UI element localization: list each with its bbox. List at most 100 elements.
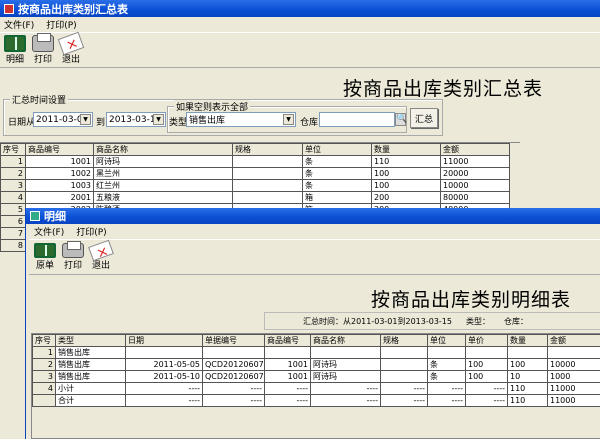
type-label: 类型 (169, 118, 188, 128)
table-cell: 1002 (25, 167, 94, 180)
type-select[interactable]: 销售出库 ▼ (186, 112, 296, 127)
column-header[interactable]: 单位 (427, 334, 466, 347)
table-row[interactable]: 4 2001 五粮液 箱 200 80000 (0, 191, 510, 204)
table-cell: 4 (32, 382, 56, 395)
search-icon[interactable]: 🔍 (395, 113, 407, 126)
detail-button[interactable]: 明细 (2, 35, 28, 65)
table-cell (310, 346, 381, 359)
table-cell: 1001 (25, 155, 94, 168)
info-type: 类型： (465, 316, 490, 326)
table-row[interactable]: 2 1002 黑兰州 条 100 20000 (0, 167, 510, 180)
table-cell: 条 (427, 358, 466, 371)
table-cell: 1 (32, 346, 56, 359)
table-row[interactable]: 2销售出库2011-05-05QCD2012060700011001阿诗玛条10… (32, 358, 600, 371)
table-cell: 销售出库 (55, 346, 126, 359)
table-cell: 110 (507, 394, 548, 407)
main-menu-bar: 文件(F) 打印(P) (0, 18, 600, 31)
column-header[interactable]: 单位 (302, 143, 372, 156)
column-header[interactable]: 类型 (55, 334, 126, 347)
column-header[interactable]: 单价 (465, 334, 508, 347)
table-cell: 小计 (55, 382, 126, 395)
table-cell: 1001 (264, 370, 311, 383)
detail-print-button[interactable]: 打印 (60, 241, 86, 271)
table-cell: 五粮液 (93, 191, 233, 204)
exit-icon (88, 239, 114, 262)
menu-file[interactable]: 文件(F) (4, 18, 34, 31)
table-cell: 条 (302, 155, 372, 168)
source-doc-label: 原单 (35, 261, 54, 271)
table-cell (380, 346, 428, 359)
detail-window-title: 明细 (44, 210, 66, 223)
table-cell: 箱 (302, 191, 372, 204)
table-cell (232, 155, 303, 168)
table-cell (380, 358, 428, 371)
column-header[interactable]: 日期 (125, 334, 203, 347)
column-header[interactable]: 商品编号 (25, 143, 94, 156)
main-toolbar: 明细 打印 退出 (0, 31, 600, 68)
detail-grid[interactable]: 序号 类型 日期 单据编号 商品编号 商品名称 规格 单位 单价 数量 金额 1 销售出库 2 销售出库 20… (31, 333, 600, 439)
menu-print[interactable]: 打印(P) (46, 18, 76, 31)
detail-menu-file[interactable]: 文件(F) (34, 225, 64, 238)
chevron-down-icon[interactable]: ▼ (153, 114, 164, 125)
table-cell (465, 346, 508, 359)
print-button[interactable]: 打印 (30, 33, 56, 65)
column-header[interactable]: 数量 (371, 143, 441, 156)
table-cell: 红兰州 (93, 179, 233, 192)
header-row: 序号 商品编号 商品名称 规格 单位 数量 金额 (0, 143, 510, 156)
table-row[interactable]: 1 1001 阿诗玛 条 110 11000 (0, 155, 510, 168)
detail-toolbar: 原单 打印 退出 (29, 239, 600, 275)
column-header[interactable]: 规格 (380, 334, 428, 347)
table-cell (380, 370, 428, 383)
column-header[interactable]: 规格 (232, 143, 303, 156)
table-cell: 条 (302, 179, 372, 192)
table-cell (125, 346, 203, 359)
table-cell: 80000 (440, 191, 510, 204)
detail-menu-print[interactable]: 打印(P) (76, 225, 106, 238)
warehouse-input[interactable] (319, 112, 395, 127)
date-group-label: 汇总时间设置 (10, 93, 69, 106)
table-cell: 阿诗玛 (93, 155, 233, 168)
table-row[interactable]: 3 1003 红兰州 条 100 10000 (0, 179, 510, 192)
app-icon (4, 3, 14, 14)
column-header[interactable]: 商品编号 (264, 334, 311, 347)
table-cell: 2 (0, 167, 26, 180)
detail-exit-button[interactable]: 退出 (88, 239, 114, 271)
chevron-down-icon[interactable]: ▼ (80, 114, 91, 125)
detail-window: 明细 文件(F) 打印(P) 原单 打印 退出 按商品出库类别明细表 汇总时间：… (25, 208, 600, 439)
source-doc-button[interactable]: 原单 (32, 243, 58, 271)
main-window-title: 按商品出库类别汇总表 (18, 2, 128, 16)
column-header[interactable]: 商品名称 (93, 143, 233, 156)
column-header[interactable]: 序号 (32, 334, 56, 347)
printer-icon (32, 33, 54, 52)
table-cell (507, 346, 548, 359)
column-header[interactable]: 单据编号 (202, 334, 265, 347)
book-icon (34, 243, 56, 258)
table-row[interactable]: 4 小计 ---- ---- ---- ---- ---- ---- ---- 110 11000 (32, 382, 600, 395)
table-cell: ---- (264, 382, 311, 395)
table-row[interactable]: 3销售出库2011-05-10QCD2012060700041001阿诗玛条10… (32, 370, 600, 383)
date-to-field[interactable]: 2013-03-15 ▼ (106, 112, 166, 127)
table-row[interactable]: 合计 ---- ---- ---- ---- ---- ---- ---- 110 11000 (32, 394, 600, 407)
detail-title-bar: 明细 (26, 208, 600, 224)
column-header[interactable]: 序号 (0, 143, 26, 156)
summarize-button[interactable]: 汇总 (410, 108, 438, 128)
exit-button[interactable]: 退出 (57, 31, 85, 65)
table-cell: 阿诗玛 (310, 370, 381, 383)
chevron-down-icon[interactable]: ▼ (283, 114, 294, 125)
table-cell: 1003 (25, 179, 94, 192)
column-header[interactable]: 金额 (547, 334, 600, 347)
table-row[interactable]: 1 销售出库 (32, 346, 600, 359)
table-cell: 100 (465, 358, 508, 371)
date-from-field[interactable]: 2011-03-01 ▼ (33, 112, 93, 127)
column-header[interactable]: 金额 (440, 143, 510, 156)
table-cell: ---- (465, 382, 508, 395)
column-header[interactable]: 商品名称 (310, 334, 381, 347)
table-cell: ---- (310, 382, 381, 395)
column-header[interactable]: 数量 (507, 334, 548, 347)
table-cell (232, 179, 303, 192)
date-from-label: 日期从 (8, 118, 36, 128)
table-cell: QCD201206070004 (202, 370, 265, 383)
table-cell: 7 (0, 227, 26, 240)
table-cell: 2 (32, 358, 56, 371)
main-title-bar: 按商品出库类别汇总表 (0, 0, 600, 17)
